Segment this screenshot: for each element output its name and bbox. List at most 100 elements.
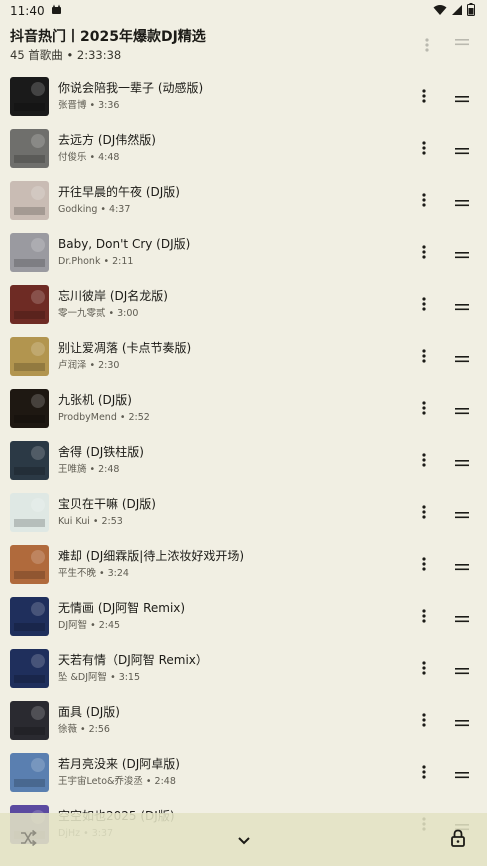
song-row[interactable]: 开往早晨的午夜 (DJ版) Godking • 4:37 — [0, 175, 487, 227]
shuffle-icon — [19, 829, 37, 851]
drag-handle[interactable] — [450, 555, 474, 575]
song-title: 开往早晨的午夜 (DJ版) — [58, 185, 180, 199]
drag-handle[interactable] — [450, 87, 474, 107]
more-options-button[interactable] — [414, 243, 434, 263]
drag-handle[interactable] — [450, 451, 474, 471]
drag-handle[interactable] — [450, 295, 474, 315]
song-row[interactable]: 九张机 (DJ版) ProdbyMend • 2:52 — [0, 383, 487, 435]
album-art — [10, 129, 49, 168]
song-row[interactable]: Baby, Don't Cry (DJ版) Dr.Phonk • 2:11 — [0, 227, 487, 279]
more-options-button[interactable] — [414, 555, 434, 575]
more-vert-icon — [422, 504, 426, 523]
more-options-button[interactable] — [414, 607, 434, 627]
song-title: 宝贝在干嘛 (DJ版) — [58, 497, 156, 511]
more-vert-icon — [422, 140, 426, 159]
playlist-header: 抖音热门丨2025年爆款DJ精选 45 首歌曲 • 2:33:38 — [0, 27, 487, 67]
drag-handle-icon — [455, 504, 469, 523]
lock-button[interactable] — [445, 827, 471, 853]
song-title: 面具 (DJ版) — [58, 705, 120, 719]
drag-handle-icon — [455, 660, 469, 679]
song-title: 忘川彼岸 (DJ名龙版) — [58, 289, 168, 303]
drag-handle-icon — [455, 192, 469, 211]
drag-handle-icon — [455, 296, 469, 315]
drag-handle-icon — [455, 452, 469, 471]
song-title: 难却 (DJ细霖版|待上浓妆好戏开场) — [58, 549, 245, 563]
drag-handle-icon — [455, 88, 469, 107]
more-options-button[interactable] — [414, 347, 434, 367]
song-row[interactable]: 难却 (DJ细霖版|待上浓妆好戏开场) 平生不晚 • 3:24 — [0, 539, 487, 591]
song-title: 别让爱凋落 (卡点节奏版) — [58, 341, 192, 355]
drag-handle[interactable] — [450, 711, 474, 731]
drag-handle-icon — [455, 608, 469, 627]
drag-handle[interactable] — [450, 347, 474, 367]
song-title: 若月亮没来 (DJ阿卓版) — [58, 757, 180, 771]
song-artist-duration: ProdbyMend • 2:52 — [58, 412, 150, 423]
lock-icon — [451, 829, 465, 851]
notification-icon — [51, 4, 62, 18]
more-vert-icon — [422, 244, 426, 263]
song-artist-duration: 零一九零贰 • 3:00 — [58, 308, 139, 319]
more-options-button[interactable] — [414, 295, 434, 315]
drag-handle[interactable] — [450, 659, 474, 679]
song-row[interactable]: 你说会陪我一辈子 (动感版) 张晋博 • 3:36 — [0, 71, 487, 123]
more-options-button[interactable] — [414, 399, 434, 419]
album-art — [10, 597, 49, 636]
wifi-icon — [433, 4, 447, 19]
playlist-subtitle: 45 首歌曲 • 2:33:38 — [10, 48, 122, 62]
player-bottom-bar — [0, 813, 487, 866]
chevron-down-icon — [237, 831, 251, 850]
drag-handle[interactable] — [450, 243, 474, 263]
shuffle-button[interactable] — [15, 827, 41, 853]
more-options-button[interactable] — [414, 451, 434, 471]
drag-handle-icon — [455, 712, 469, 731]
album-art — [10, 545, 49, 584]
playlist-title: 抖音热门丨2025年爆款DJ精选 — [10, 29, 206, 45]
album-art — [10, 337, 49, 376]
more-vert-icon — [422, 712, 426, 731]
collapse-button[interactable] — [231, 827, 257, 853]
more-options-button[interactable] — [414, 711, 434, 731]
song-row[interactable]: 若月亮没来 (DJ阿卓版) 王宇宙Leto&乔浚丞 • 2:48 — [0, 747, 487, 799]
song-row[interactable]: 忘川彼岸 (DJ名龙版) 零一九零贰 • 3:00 — [0, 279, 487, 331]
song-row[interactable]: 别让爱凋落 (卡点节奏版) 卢润泽 • 2:30 — [0, 331, 487, 383]
drag-handle[interactable] — [450, 139, 474, 159]
song-row[interactable]: 面具 (DJ版) 徐薇 • 2:56 — [0, 695, 487, 747]
song-artist-duration: 徐薇 • 2:56 — [58, 724, 110, 735]
more-options-button[interactable] — [414, 659, 434, 679]
song-row[interactable]: 去远方 (DJ伟然版) 付俊乐 • 4:48 — [0, 123, 487, 175]
more-options-button[interactable] — [414, 503, 434, 523]
song-artist-duration: Dr.Phonk • 2:11 — [58, 256, 134, 267]
drag-handle-icon — [455, 556, 469, 575]
album-art — [10, 285, 49, 324]
song-row[interactable]: 无情画 (DJ阿智 Remix) DJ阿智 • 2:45 — [0, 591, 487, 643]
more-vert-icon — [422, 192, 426, 211]
more-vert-icon — [422, 296, 426, 315]
more-options-button[interactable] — [414, 87, 434, 107]
drag-handle[interactable] — [450, 607, 474, 627]
song-title: 天若有情（DJ阿智 Remix） — [58, 653, 208, 667]
drag-handle[interactable] — [450, 763, 474, 783]
drag-handle-icon — [455, 348, 469, 367]
more-options-button[interactable] — [414, 139, 434, 159]
more-vert-icon — [422, 88, 426, 107]
drag-handle-icon — [455, 764, 469, 783]
drag-handle[interactable] — [450, 191, 474, 211]
song-artist-duration: DJ阿智 • 2:45 — [58, 620, 121, 631]
song-row[interactable]: 宝贝在干嘛 (DJ版) Kui Kui • 2:53 — [0, 487, 487, 539]
song-title: 舍得 (DJ铁柱版) — [58, 445, 144, 459]
song-artist-duration: 坠 &DJ阿智 • 3:15 — [58, 672, 141, 683]
song-artist-duration: 张晋博 • 3:36 — [58, 100, 120, 111]
song-list: 你说会陪我一辈子 (动感版) 张晋博 • 3:36 去远方 (DJ伟然版) 付俊乐 •… — [0, 71, 487, 851]
song-title: Baby, Don't Cry (DJ版) — [58, 237, 191, 251]
drag-handle[interactable] — [450, 503, 474, 523]
song-row[interactable]: 天若有情（DJ阿智 Remix） 坠 &DJ阿智 • 3:15 — [0, 643, 487, 695]
album-art — [10, 77, 49, 116]
more-vert-icon — [422, 452, 426, 471]
drag-handle[interactable] — [450, 399, 474, 419]
song-row[interactable]: 舍得 (DJ铁柱版) 王唯旖 • 2:48 — [0, 435, 487, 487]
more-options-button[interactable] — [414, 763, 434, 783]
more-vert-icon — [422, 348, 426, 367]
more-options-button[interactable] — [414, 191, 434, 211]
status-time: 11:40 — [10, 4, 45, 18]
song-title: 无情画 (DJ阿智 Remix) — [58, 601, 186, 615]
